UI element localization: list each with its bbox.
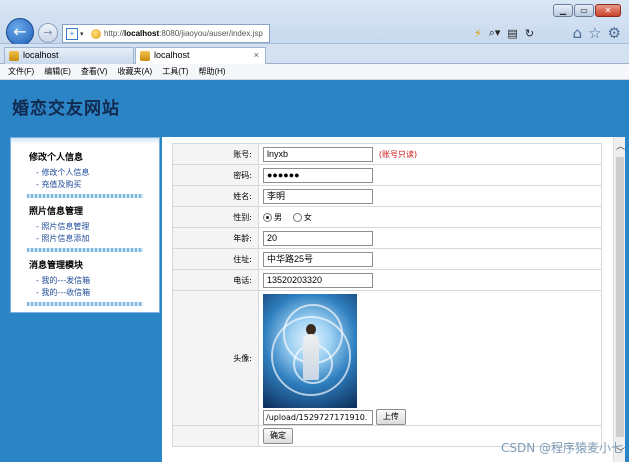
gender-female-radio[interactable] xyxy=(292,212,302,222)
field-label: 性别: xyxy=(172,206,259,228)
chevron-down-icon[interactable]: ▾ xyxy=(80,30,88,38)
browser-titlebar: ▁ ▭ ✕ ← → + ▾ http://localhost:8080/jiao… xyxy=(0,0,629,46)
refresh-icon[interactable]: ↻ xyxy=(525,27,534,40)
form-row-name: 姓名: 李明 xyxy=(172,185,602,207)
submit-button[interactable]: 确定 xyxy=(263,428,293,444)
sidebar-divider xyxy=(27,302,143,306)
field-cell: ●●●●●● xyxy=(258,164,602,186)
field-label-empty xyxy=(172,425,259,447)
tab-favicon-icon xyxy=(140,51,150,61)
radio-label: 女 xyxy=(303,212,312,222)
field-label: 年龄: xyxy=(172,227,259,249)
age-field[interactable]: 20 xyxy=(263,230,373,246)
name-field[interactable]: 李明 xyxy=(263,188,373,204)
sidebar-link-inbox[interactable]: 我的---收信箱 xyxy=(11,287,159,299)
profile-form: 账号: lnyxb (账号只读) 密码: ●●●●●● 姓名: 李明 性别: 男… xyxy=(172,143,602,447)
form-row-account: 账号: lnyxb (账号只读) xyxy=(172,143,602,165)
account-readonly-hint: (账号只读) xyxy=(378,149,418,159)
site-title: 婚恋交友网站 xyxy=(12,99,120,119)
field-cell: lnyxb (账号只读) xyxy=(258,143,602,165)
menu-edit[interactable]: 编辑(E) xyxy=(44,64,71,79)
sidebar-group-profile: 修改个人信息 修改个人信息 充值及购买 xyxy=(11,144,159,198)
window-controls: ▁ ▭ ✕ xyxy=(553,4,621,17)
avatar-image xyxy=(263,294,357,408)
account-field[interactable]: lnyxb xyxy=(263,146,373,162)
forward-arrow-icon[interactable]: → xyxy=(38,23,58,43)
field-cell: 李明 xyxy=(258,185,602,207)
back-arrow-icon[interactable]: ← xyxy=(6,18,34,46)
field-cell: /upload/1529727171910. 上传 xyxy=(258,290,602,426)
menu-help[interactable]: 帮助(H) xyxy=(198,64,225,79)
close-window-button[interactable]: ✕ xyxy=(595,4,621,17)
address-bar[interactable]: + ▾ http://localhost:8080/jiaoyou/auser/… xyxy=(62,24,270,43)
sidebar-link-photo-add[interactable]: 照片信息添加 xyxy=(11,233,159,245)
field-cell: 中华路25号 xyxy=(258,248,602,270)
tab-localhost-1[interactable]: localhost xyxy=(4,47,134,64)
page-scrollbar[interactable]: ︿ ﹀ xyxy=(613,137,625,462)
field-label: 电话: xyxy=(172,269,259,291)
field-cell: 20 xyxy=(258,227,602,249)
sidebar-group-title: 照片信息管理 xyxy=(29,207,84,217)
menu-favorites[interactable]: 收藏夹(A) xyxy=(118,64,153,79)
minimize-button[interactable]: ▁ xyxy=(553,4,573,17)
form-row-password: 密码: ●●●●●● xyxy=(172,164,602,186)
field-label: 账号: xyxy=(172,143,259,165)
page-favicon-icon xyxy=(91,28,101,39)
tab-favicon-icon xyxy=(9,51,19,61)
upload-button[interactable]: 上传 xyxy=(375,408,406,425)
sidebar: 修改个人信息 修改个人信息 充值及购买 照片信息管理 照片信息管理 照片信息添加… xyxy=(10,137,160,313)
field-cell: 男 女 xyxy=(258,206,602,228)
address-field[interactable]: 中华路25号 xyxy=(263,251,373,267)
field-cell: 13520203320 xyxy=(258,269,602,291)
form-row-gender: 性别: 男 女 xyxy=(172,206,602,228)
menu-view[interactable]: 查看(V) xyxy=(81,64,108,79)
watermark: CSDN @程序猿麦小七 xyxy=(500,441,623,455)
main-content: 账号: lnyxb (账号只读) 密码: ●●●●●● 姓名: 李明 性别: 男… xyxy=(162,137,625,462)
form-row-address: 住址: 中华路25号 xyxy=(172,248,602,270)
person-figure xyxy=(303,334,319,380)
sidebar-link-photo-manage[interactable]: 照片信息管理 xyxy=(11,221,159,233)
tab-close-icon[interactable]: × xyxy=(254,48,259,63)
maximize-button[interactable]: ▭ xyxy=(574,4,594,17)
radio-label: 男 xyxy=(274,212,282,222)
home-icon[interactable]: ⌂ xyxy=(573,24,583,42)
tab-bar: localhost localhost × xyxy=(0,44,629,64)
password-field[interactable]: ●●●●●● xyxy=(263,167,373,183)
address-tools: ⚡ ⌕▾ ▤ ↻ xyxy=(474,26,534,40)
menu-file[interactable]: 文件(F) xyxy=(8,64,34,79)
sidebar-link-outbox[interactable]: 我的---发信箱 xyxy=(11,275,159,287)
sidebar-group-photos: 照片信息管理 照片信息管理 照片信息添加 xyxy=(11,198,159,252)
form-row-age: 年龄: 20 xyxy=(172,227,602,249)
chevron-up-icon[interactable]: ︿ xyxy=(616,139,625,152)
field-label: 姓名: xyxy=(172,185,259,207)
phone-field[interactable]: 13520203320 xyxy=(263,272,373,288)
compatibility-view-icon[interactable]: ⚡ xyxy=(474,27,482,40)
compat-page-icon[interactable]: ▤ xyxy=(507,27,517,40)
scrollbar-thumb[interactable] xyxy=(616,157,624,437)
page-body: 婚恋交友网站 修改个人信息 修改个人信息 充值及购买 照片信息管理 照片信息管理… xyxy=(0,80,629,462)
address-url: http://localhost:8080/jiaoyou/auser/inde… xyxy=(104,29,263,38)
sidebar-group-messages: 消息管理模块 我的---发信箱 我的---收信箱 xyxy=(11,252,159,306)
sidebar-group-title: 消息管理模块 xyxy=(29,261,84,271)
gender-male-radio[interactable] xyxy=(263,212,272,222)
field-label: 住址: xyxy=(172,248,259,270)
field-label: 密码: xyxy=(172,164,259,186)
favorites-star-icon[interactable]: ☆ xyxy=(588,24,601,42)
form-row-avatar: 头像: /upload/1529727171910. 上传 xyxy=(172,290,602,426)
security-shield-icon: + xyxy=(66,27,78,40)
field-label: 头像: xyxy=(172,290,259,426)
gear-icon[interactable]: ⚙ xyxy=(608,24,621,42)
sidebar-link-edit-profile[interactable]: 修改个人信息 xyxy=(11,167,159,179)
sidebar-link-recharge[interactable]: 充值及购买 xyxy=(11,179,159,191)
menu-tools[interactable]: 工具(T) xyxy=(162,64,188,79)
tab-localhost-2[interactable]: localhost × xyxy=(135,47,266,64)
search-icon[interactable]: ⌕▾ xyxy=(489,26,501,40)
avatar-file-input[interactable]: /upload/1529727171910. xyxy=(263,410,373,425)
form-row-phone: 电话: 13520203320 xyxy=(172,269,602,291)
menu-bar: 文件(F) 编辑(E) 查看(V) 收藏夹(A) 工具(T) 帮助(H) xyxy=(0,64,629,80)
sidebar-group-title: 修改个人信息 xyxy=(29,153,84,163)
browser-toolbar-icons: ⌂ ☆ ⚙ xyxy=(573,24,621,42)
